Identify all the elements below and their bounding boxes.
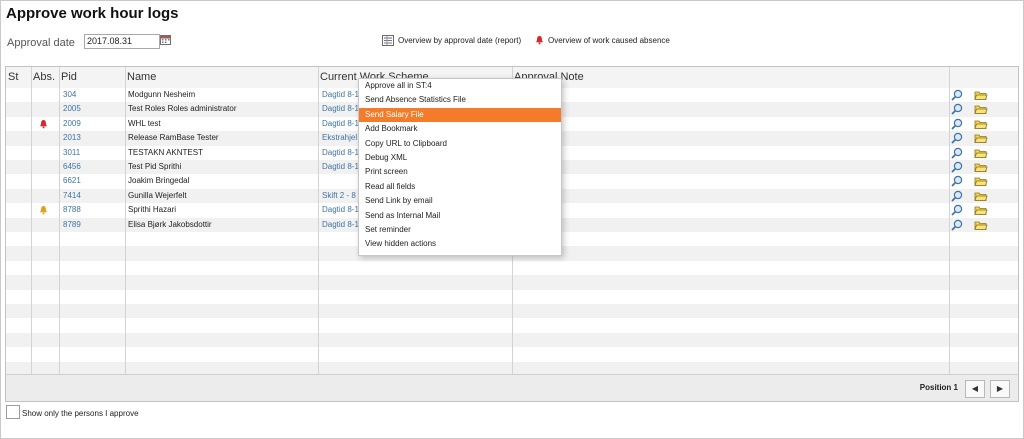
context-menu-item[interactable]: Copy URL to Clipboard <box>359 137 561 151</box>
column-divider <box>318 67 319 374</box>
report-icon <box>382 35 394 46</box>
open-folder-icon[interactable] <box>974 89 988 101</box>
pid-link[interactable]: 6621 <box>63 174 123 188</box>
prev-page-button[interactable]: ◀ <box>965 380 985 398</box>
open-folder-icon[interactable] <box>974 190 988 202</box>
position-label: Position 1 <box>919 383 958 392</box>
context-menu-item[interactable]: Send Absence Statistics File <box>359 93 561 107</box>
column-divider <box>31 67 32 374</box>
column-header-st[interactable]: St <box>6 67 31 88</box>
employee-name: Test Roles Roles administrator <box>128 104 237 114</box>
context-menu-item[interactable]: Set reminder <box>359 223 561 237</box>
context-menu-item[interactable]: Send Salary File <box>359 107 561 123</box>
pid-link[interactable]: 8788 <box>63 203 123 217</box>
employee-name: Modgunn Nesheim <box>128 90 196 99</box>
context-menu-item[interactable]: Send as Internal Mail <box>359 209 561 223</box>
pid-link[interactable]: 2009 <box>63 117 123 131</box>
search-icon[interactable] <box>951 204 963 216</box>
column-header-approval-note[interactable]: Approval Note <box>512 67 949 88</box>
column-divider <box>125 67 126 374</box>
search-icon[interactable] <box>951 147 963 159</box>
pid-link[interactable]: 304 <box>63 88 123 102</box>
column-header-name[interactable]: Name <box>125 67 318 88</box>
calendar-icon[interactable] <box>160 34 171 45</box>
search-icon[interactable] <box>951 161 963 173</box>
open-folder-icon[interactable] <box>974 103 988 115</box>
open-folder-icon[interactable] <box>974 118 988 130</box>
employee-name: Gunilla Wejerfelt <box>128 190 187 200</box>
employee-name: Sprithi Hazari <box>128 205 177 215</box>
table-footer: Position 1 ◀ ▶ <box>6 374 1018 401</box>
context-menu: Approve all in ST:4 Send Absence Statisti… <box>358 78 562 256</box>
context-menu-item[interactable]: Debug XML <box>359 151 561 165</box>
search-icon[interactable] <box>951 190 963 202</box>
employee-name: Release RamBase Tester <box>128 133 219 143</box>
pid-link[interactable]: 7414 <box>63 189 123 203</box>
search-icon[interactable] <box>951 118 963 130</box>
search-icon[interactable] <box>951 89 963 101</box>
open-folder-icon[interactable] <box>974 132 988 144</box>
pid-link[interactable]: 2013 <box>63 131 123 145</box>
yellow-bell-icon <box>40 206 47 215</box>
open-folder-icon[interactable] <box>974 219 988 231</box>
context-menu-item[interactable]: Read all fields <box>359 180 561 194</box>
approval-date-input[interactable] <box>84 34 160 49</box>
column-divider <box>949 67 950 374</box>
search-icon[interactable] <box>951 132 963 144</box>
column-divider <box>59 67 60 374</box>
show-only-my-approvals-checkbox[interactable] <box>6 405 20 419</box>
overview-by-approval-date-link[interactable]: Overview by approval date (report) <box>382 35 521 46</box>
open-folder-icon[interactable] <box>974 204 988 216</box>
employee-name: Test Pid Sprithi <box>128 162 182 171</box>
overview-by-approval-date-label: Overview by approval date (report) <box>398 36 522 45</box>
open-folder-icon[interactable] <box>974 147 988 159</box>
pid-link[interactable]: 8789 <box>63 218 123 232</box>
pid-link[interactable]: 6456 <box>63 160 123 174</box>
approval-date-label: Approval date <box>7 37 75 49</box>
employee-name: Elisa Bjørk Jakobsdottir <box>128 219 212 229</box>
show-only-my-approvals-label: Show only the persons I approve <box>22 409 139 418</box>
pid-link[interactable]: 2005 <box>63 102 123 116</box>
column-header-abs[interactable]: Abs. <box>31 67 59 88</box>
overview-work-absence-link[interactable]: Overview of work caused absence <box>535 35 670 45</box>
open-folder-icon[interactable] <box>974 175 988 187</box>
context-menu-item[interactable]: Add Bookmark <box>359 122 561 136</box>
employee-name: WHL test <box>128 118 161 128</box>
column-header-pid[interactable]: Pid <box>59 67 125 88</box>
bell-icon <box>536 36 543 45</box>
context-menu-item[interactable]: Approve all in ST:4 <box>359 79 561 93</box>
employee-name: TESTAKN AKNTEST <box>128 147 203 157</box>
page-title: Approve work hour logs <box>6 5 179 22</box>
open-folder-icon[interactable] <box>974 161 988 173</box>
red-bell-icon <box>40 119 47 129</box>
search-icon[interactable] <box>951 103 963 116</box>
pid-link[interactable]: 3011 <box>63 146 123 160</box>
context-menu-item[interactable]: View hidden actions <box>359 237 561 251</box>
search-icon[interactable] <box>951 175 963 188</box>
context-menu-item[interactable]: Print screen <box>359 165 561 179</box>
employee-name: Joakim Bringedal <box>128 176 190 186</box>
next-page-button[interactable]: ▶ <box>990 380 1010 398</box>
overview-work-absence-label: Overview of work caused absence <box>548 35 670 45</box>
context-menu-item[interactable]: Send Link by email <box>359 194 561 208</box>
search-icon[interactable] <box>951 219 963 231</box>
